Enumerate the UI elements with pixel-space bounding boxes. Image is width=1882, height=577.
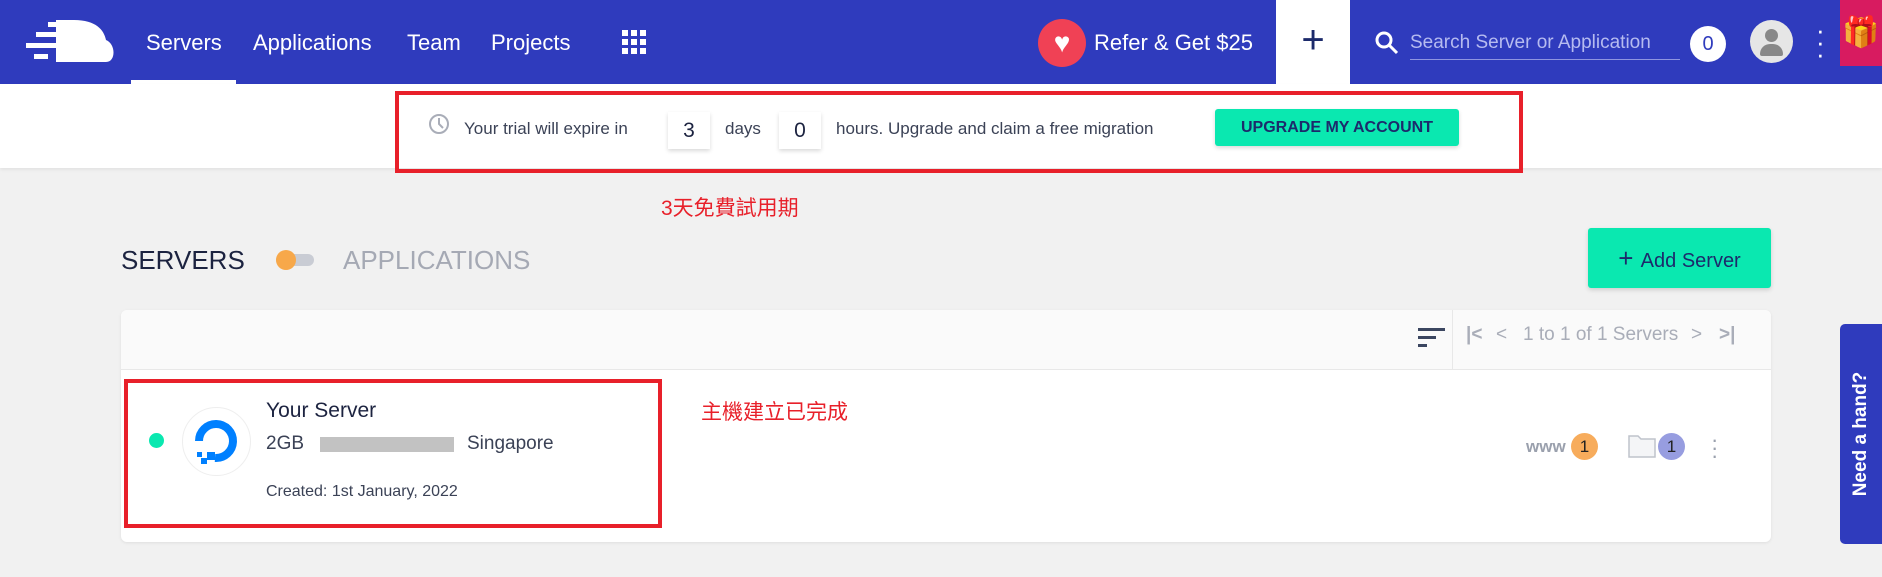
annotation-server: 主機建立已完成 [701, 401, 848, 424]
upgrade-account-button[interactable]: UPGRADE MY ACCOUNT [1215, 109, 1459, 146]
nav-applications[interactable]: Applications [253, 30, 372, 56]
apps-grid-icon[interactable] [622, 30, 647, 55]
trial-hours: 0 [779, 112, 821, 149]
folder-count[interactable]: 1 [1658, 433, 1685, 460]
nav-servers[interactable]: Servers [146, 30, 222, 56]
server-name[interactable]: Your Server [266, 399, 376, 423]
www-count[interactable]: 1 [1571, 433, 1598, 460]
more-menu-icon[interactable]: · · · [1816, 17, 1825, 67]
redacted-ip [320, 437, 454, 452]
need-a-hand-label: Need a hand? [1850, 371, 1871, 497]
add-server-button[interactable]: + Add Server [1588, 228, 1771, 288]
annotation-trial: 3天免費試用期 [661, 197, 799, 220]
cloudways-logo[interactable] [26, 18, 116, 64]
add-server-label: Add Server [1640, 250, 1741, 272]
trial-suffix: hours. Upgrade and claim a free migratio… [836, 119, 1154, 138]
need-a-hand-tab[interactable]: Need a hand? [1840, 324, 1882, 544]
www-icon: www [1526, 437, 1566, 456]
header-divider [1452, 310, 1453, 370]
tab-servers[interactable]: SERVERS [121, 245, 245, 276]
trial-days-label: days [725, 119, 761, 138]
view-toggle[interactable] [276, 250, 314, 270]
nav-team[interactable]: Team [407, 30, 461, 56]
add-plus-button[interactable]: + [1276, 0, 1350, 84]
server-location: Singapore [467, 433, 554, 454]
trial-prefix: Your trial will expire in [464, 119, 628, 138]
plus-icon: + [1618, 243, 1641, 273]
tab-applications[interactable]: APPLICATIONS [343, 245, 530, 276]
pagination-text: 1 to 1 of 1 Servers [1523, 324, 1679, 345]
nav-projects[interactable]: Projects [491, 30, 570, 56]
heart-icon[interactable]: ♥ [1038, 19, 1086, 67]
avatar[interactable] [1750, 20, 1793, 63]
next-page-icon[interactable]: > [1691, 324, 1702, 346]
server-created: Created: 1st January, 2022 [266, 483, 458, 500]
trial-days: 3 [668, 112, 710, 149]
refer-link[interactable]: Refer & Get $25 [1094, 30, 1253, 56]
first-page-icon[interactable]: |< [1466, 324, 1482, 346]
notification-count[interactable]: 0 [1690, 26, 1726, 62]
prev-page-icon[interactable]: < [1496, 324, 1507, 346]
server-options-icon[interactable]: · · · [1711, 429, 1719, 467]
gift-icon[interactable]: 🎁 [1840, 0, 1882, 66]
server-size: 2GB [266, 433, 305, 454]
search-input[interactable] [1410, 26, 1680, 60]
last-page-icon[interactable]: >| [1719, 324, 1735, 346]
status-dot [149, 433, 164, 448]
digitalocean-logo [182, 407, 251, 476]
clock-icon [429, 114, 449, 134]
folder-icon [1628, 435, 1656, 458]
search-icon [1375, 31, 1399, 55]
sort-icon[interactable] [1418, 328, 1446, 348]
